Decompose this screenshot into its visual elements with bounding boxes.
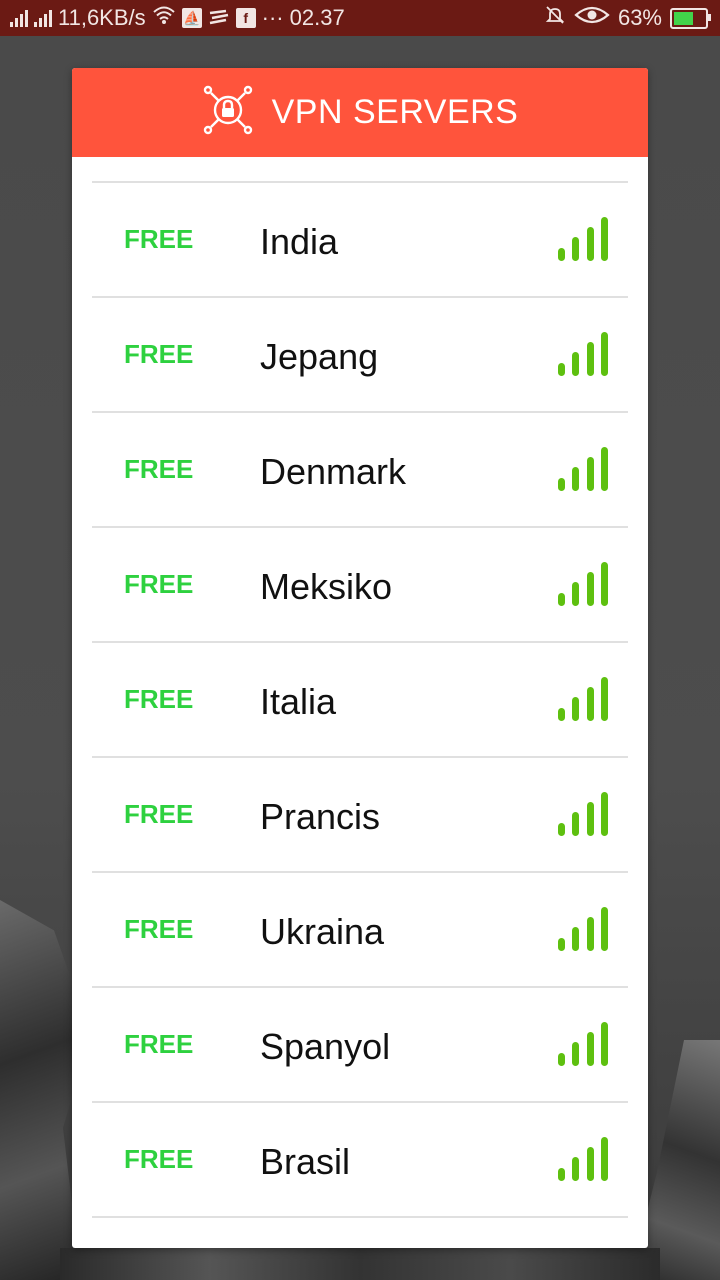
country-name: Meksiko	[260, 566, 393, 607]
country-name: Prancis	[260, 796, 381, 837]
server-row[interactable]: FREE Jepang	[92, 298, 628, 413]
free-badge: FREE	[124, 1144, 194, 1174]
signal-strength-icon	[558, 447, 608, 491]
signal-strength-icon	[558, 1137, 608, 1181]
server-row[interactable]: FREE Denmark	[92, 413, 628, 528]
status-bar: 11,6KB/s ⛵ f ··· 02.37 63%	[0, 0, 720, 36]
dialog-header: VPN SERVERS	[72, 68, 648, 157]
country-name: India	[260, 221, 339, 262]
server-row[interactable]: FREE Italia	[92, 643, 628, 758]
more-notifications: ···	[261, 5, 284, 30]
server-row[interactable]: FREE Prancis	[92, 758, 628, 873]
free-badge: FREE	[124, 1029, 194, 1059]
cell-signal-icon	[10, 9, 28, 27]
server-row[interactable]: FREE India	[92, 183, 628, 298]
server-list[interactable]: FREE India FREE Jepang FREE Denmark FREE Meksik…	[92, 181, 628, 1218]
country-name: Brasil	[260, 1141, 351, 1182]
dialog-title: VPN SERVERS	[271, 93, 519, 131]
free-badge: FREE	[124, 799, 194, 829]
network-speed: 11,6KB/s	[58, 5, 146, 30]
server-row[interactable]: FREE Meksiko	[92, 528, 628, 643]
country-name: Spanyol	[260, 1026, 391, 1067]
clock: 02.37	[289, 5, 345, 30]
free-badge: FREE	[124, 339, 194, 369]
signal-strength-icon	[558, 332, 608, 376]
signal-strength-icon	[558, 217, 608, 261]
signal-strength-icon	[558, 1022, 608, 1066]
vpn-servers-dialog: VPN SERVERS FREE India FREE Jepang FREE Denma…	[72, 68, 648, 1248]
free-badge: FREE	[124, 914, 194, 944]
wifi-icon	[152, 5, 176, 31]
country-name: Ukraina	[260, 911, 385, 952]
free-badge: FREE	[124, 569, 194, 599]
eye-comfort-icon	[574, 5, 610, 31]
facebook-icon: f	[235, 8, 256, 28]
signal-strength-icon	[558, 677, 608, 721]
notification-app-2-icon	[208, 5, 230, 31]
free-badge: FREE	[124, 454, 194, 484]
signal-strength-icon	[558, 792, 608, 836]
network-lock-icon	[202, 84, 254, 141]
server-row[interactable]: FREE Ukraina	[92, 873, 628, 988]
battery-percent: 63%	[617, 5, 662, 30]
cell-signal-2-icon	[34, 9, 52, 27]
battery-fill	[674, 11, 693, 25]
battery-icon	[670, 7, 711, 29]
background-art-bottom	[60, 1248, 660, 1280]
free-badge: FREE	[124, 224, 194, 254]
signal-strength-icon	[558, 562, 608, 606]
server-row[interactable]: FREE Brasil	[92, 1103, 628, 1218]
muted-bell-icon	[544, 4, 566, 32]
server-row[interactable]: FREE Spanyol	[92, 988, 628, 1103]
free-badge: FREE	[124, 684, 194, 714]
country-name: Italia	[260, 681, 337, 722]
signal-strength-icon	[558, 907, 608, 951]
country-name: Denmark	[260, 451, 407, 492]
notification-app-icon: ⛵	[181, 8, 202, 28]
country-name: Jepang	[260, 336, 379, 377]
